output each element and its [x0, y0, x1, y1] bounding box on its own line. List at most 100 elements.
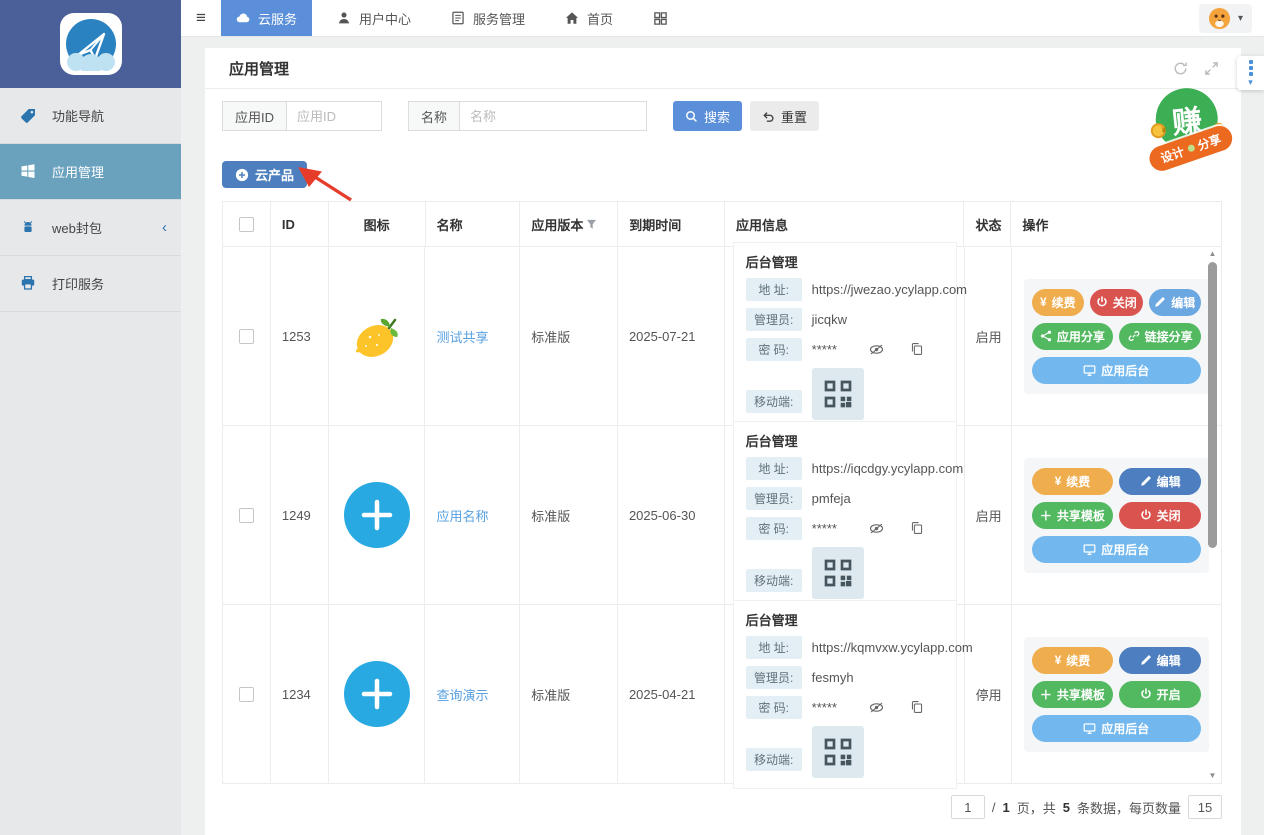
- app-backend-button[interactable]: 应用后台: [1032, 715, 1201, 742]
- header-icon: 图标: [329, 202, 426, 246]
- user-avatar-menu[interactable]: ▾: [1199, 4, 1252, 33]
- floating-side-widget[interactable]: ▾: [1237, 56, 1264, 90]
- app-name-link[interactable]: 应用名称: [436, 506, 488, 525]
- lemon-app-icon: [348, 307, 406, 365]
- close-button[interactable]: 关闭: [1090, 289, 1142, 316]
- sidebar-item-print-service[interactable]: 打印服务: [0, 256, 181, 312]
- password-mask: *****: [812, 342, 837, 357]
- widget-dot: [1249, 66, 1253, 70]
- renew-button[interactable]: ¥续费: [1032, 468, 1114, 495]
- header-version: 应用版本: [520, 202, 618, 246]
- address-chip: 地 址:: [746, 278, 802, 301]
- sidebar-item-label: 功能导航: [52, 106, 104, 125]
- row-actions: ¥续费 关闭 编辑 应用分享 链接分享 应用后台: [1024, 279, 1209, 394]
- tab-label: 云服务: [258, 9, 297, 28]
- tab-label: 服务管理: [473, 9, 525, 28]
- tab-service-management[interactable]: 服务管理: [436, 0, 540, 36]
- tab-home[interactable]: 首页: [550, 0, 628, 36]
- hamburger-menu-icon[interactable]: ≡: [181, 0, 221, 36]
- fullscreen-icon[interactable]: [1204, 61, 1219, 76]
- refresh-icon[interactable]: [1173, 61, 1188, 76]
- header-app-info: 应用信息: [725, 202, 965, 246]
- edit-button[interactable]: 编辑: [1119, 468, 1201, 495]
- row-checkbox[interactable]: [239, 687, 254, 702]
- cell-version: 标准版: [520, 605, 618, 783]
- app-id-filter-group: 应用ID: [222, 101, 382, 131]
- tab-apps-grid[interactable]: [638, 0, 683, 36]
- cell-expire-date: 2025-06-30: [618, 426, 725, 604]
- enable-button[interactable]: 开启: [1119, 681, 1201, 708]
- mobile-chip: 移动端:: [746, 569, 802, 592]
- edit-button[interactable]: 编辑: [1149, 289, 1201, 316]
- header-actions: 操作: [1011, 202, 1221, 246]
- cloud-product-button[interactable]: 云产品: [222, 161, 307, 188]
- filter-funnel-icon[interactable]: [586, 219, 597, 230]
- sidebar-item-app-management[interactable]: 应用管理: [0, 144, 181, 200]
- name-input[interactable]: [459, 101, 647, 131]
- pencil-icon: [1154, 296, 1166, 308]
- per-page-input[interactable]: [1188, 795, 1222, 819]
- select-all-checkbox[interactable]: [239, 217, 254, 232]
- app-name-link[interactable]: 查询演示: [436, 685, 488, 704]
- plus-icon: ＋: [1040, 507, 1052, 524]
- copy-icon[interactable]: [910, 700, 924, 715]
- cell-id: 1234: [271, 605, 329, 783]
- password-chip: 密 码:: [746, 517, 802, 540]
- app-name-link[interactable]: 测试共享: [436, 327, 488, 346]
- copy-icon[interactable]: [910, 521, 924, 536]
- admin-chip: 管理员:: [746, 487, 802, 510]
- tab-cloud-service[interactable]: 云服务: [221, 0, 312, 36]
- cell-version: 标准版: [520, 426, 618, 604]
- mobile-chip: 移动端:: [746, 390, 802, 413]
- pencil-icon: [1140, 475, 1152, 487]
- share-template-button[interactable]: ＋共享模板: [1032, 681, 1114, 708]
- admin-value: jicqkw: [812, 312, 847, 327]
- eye-off-icon[interactable]: [869, 700, 884, 715]
- search-button[interactable]: 搜索: [673, 101, 742, 131]
- scrollbar-thumb[interactable]: [1208, 262, 1217, 548]
- admin-chip: 管理员:: [746, 666, 802, 689]
- link-share-button[interactable]: 链接分享: [1119, 323, 1201, 350]
- app-backend-button[interactable]: 应用后台: [1032, 536, 1201, 563]
- eye-off-icon[interactable]: [869, 342, 884, 357]
- sidebar-item-label: 打印服务: [52, 274, 104, 293]
- sidebar-item-web-package[interactable]: web封包 ‹: [0, 200, 181, 256]
- app-id-input[interactable]: [286, 101, 382, 131]
- reset-button[interactable]: 重置: [750, 101, 819, 131]
- backend-url: https://kqmvxw.ycylapp.com: [812, 640, 973, 655]
- close-button[interactable]: 关闭: [1119, 502, 1201, 529]
- renew-button[interactable]: ¥续费: [1032, 289, 1084, 316]
- caret-down-icon: ▾: [1238, 13, 1243, 24]
- copy-icon[interactable]: [910, 342, 924, 357]
- share-template-button[interactable]: ＋共享模板: [1032, 502, 1114, 529]
- status-text: 停用: [965, 605, 1012, 783]
- admin-value: fesmyh: [812, 670, 854, 685]
- row-checkbox[interactable]: [239, 329, 254, 344]
- sidebar-item-feature-nav[interactable]: 功能导航: [0, 88, 181, 144]
- qr-code-icon[interactable]: [812, 726, 864, 778]
- earn-promo-badge[interactable]: 赚 ¥ 设计 分享: [1145, 84, 1234, 178]
- app-backend-button[interactable]: 应用后台: [1032, 357, 1201, 384]
- app-share-button[interactable]: 应用分享: [1032, 323, 1114, 350]
- tab-user-center[interactable]: 用户中心: [322, 0, 426, 36]
- qr-code-icon[interactable]: [812, 368, 864, 420]
- plus-app-icon: [344, 661, 410, 727]
- page-number-input[interactable]: [951, 795, 985, 819]
- header-expire: 到期时间: [618, 202, 725, 246]
- cell-expire-date: 2025-04-21: [618, 605, 725, 783]
- qr-code-icon[interactable]: [812, 547, 864, 599]
- scrollbar-down-arrow[interactable]: ▼: [1206, 770, 1219, 782]
- renew-button[interactable]: ¥续费: [1032, 647, 1114, 674]
- eye-off-icon[interactable]: [869, 521, 884, 536]
- yen-icon: ¥: [1040, 295, 1047, 309]
- ribbon-dot: [1186, 144, 1195, 153]
- status-text: 启用: [965, 426, 1012, 604]
- row-checkbox[interactable]: [239, 508, 254, 523]
- list-icon: [451, 11, 466, 26]
- table-header-row: ID 图标 名称 应用版本 到期时间 应用信息 状态 操作: [223, 202, 1221, 247]
- top-navbar: ≡ 云服务 用户中心 服务管理 首页: [181, 0, 1264, 37]
- edit-button[interactable]: 编辑: [1119, 647, 1201, 674]
- scrollbar-up-arrow[interactable]: ▲: [1206, 248, 1219, 260]
- power-icon: [1096, 296, 1108, 308]
- row-actions: ¥续费 编辑 ＋共享模板 关闭 应用后台: [1024, 458, 1209, 573]
